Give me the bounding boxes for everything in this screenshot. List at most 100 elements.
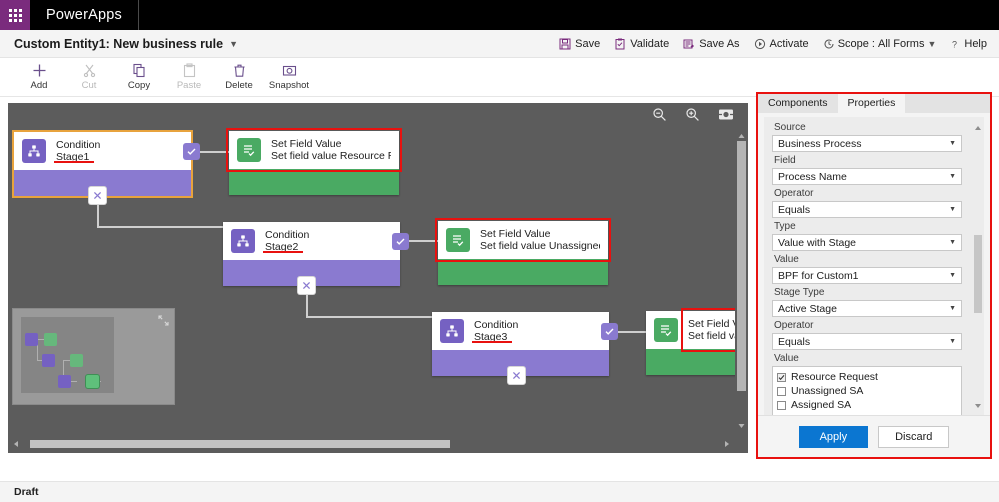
save-as-label: Save As xyxy=(699,37,740,50)
zoom-in-icon[interactable] xyxy=(685,107,700,127)
checkbox-checked-icon[interactable] xyxy=(777,372,786,382)
chevron-down-icon[interactable]: ▼ xyxy=(229,39,238,49)
paste-icon xyxy=(182,62,197,79)
value-option-assigned-sa[interactable]: Assigned SA xyxy=(777,398,957,412)
value-option-unassigned-sa[interactable]: Unassigned SA xyxy=(777,384,957,398)
add-label: Add xyxy=(30,80,48,91)
scroll-left-arrow-icon[interactable] xyxy=(8,440,24,448)
app-launcher-waffle-icon[interactable] xyxy=(0,0,30,30)
set-field-value-icon xyxy=(237,138,261,162)
business-rule-canvas[interactable]: Condition Stage1 Set Field Value Set fie… xyxy=(8,103,748,453)
fit-to-screen-icon[interactable] xyxy=(718,108,734,126)
activate-button[interactable]: Activate xyxy=(754,38,809,50)
horizontal-scroll-thumb[interactable] xyxy=(30,440,450,448)
node-text: Condition Stage3 xyxy=(474,319,518,344)
type-select[interactable]: Value with Stage ▼ xyxy=(772,234,962,251)
false-branch-badge-1[interactable] xyxy=(89,187,106,204)
panel-scroll-thumb[interactable] xyxy=(974,235,982,313)
expand-minimap-icon[interactable] xyxy=(158,313,169,331)
help-label: Help xyxy=(964,37,987,50)
validate-button[interactable]: Validate xyxy=(614,38,669,50)
discard-button[interactable]: Discard xyxy=(878,425,950,448)
value-checkbox-list[interactable]: Resource Request Unassigned SA Assigned … xyxy=(772,366,962,415)
true-branch-badge-3[interactable] xyxy=(601,323,618,340)
node-setfield-unassigned-sa[interactable]: Set Field Value Set field value Unassign… xyxy=(438,221,608,285)
annotation-underline-stage1 xyxy=(54,161,94,163)
scope-selector[interactable]: Scope : All Forms ▼ xyxy=(823,37,936,50)
node-title: Set Field Value xyxy=(271,137,342,150)
save-button[interactable]: Save xyxy=(559,38,600,50)
paste-button[interactable]: Paste xyxy=(164,58,214,91)
panel-scroll-up-arrow-icon[interactable] xyxy=(974,118,982,136)
delete-label: Delete xyxy=(225,80,253,91)
cut-button[interactable]: Cut xyxy=(64,58,114,91)
scroll-up-arrow-icon[interactable] xyxy=(735,131,748,141)
scroll-down-arrow-icon[interactable] xyxy=(735,421,748,431)
value-option-resource-request[interactable]: Resource Request xyxy=(777,370,957,384)
set-field-value-icon xyxy=(654,318,678,342)
copy-button[interactable]: Copy xyxy=(114,58,164,91)
condition-hierarchy-icon xyxy=(231,229,255,253)
delete-button[interactable]: Delete xyxy=(214,58,264,91)
canvas-horizontal-scrollbar[interactable] xyxy=(8,435,735,453)
page-title: Custom Entity1: New business rule xyxy=(14,36,224,51)
scope-value: All Forms xyxy=(878,37,925,50)
add-button[interactable]: Add xyxy=(14,58,64,91)
true-branch-badge-1[interactable] xyxy=(183,143,200,160)
cut-label: Cut xyxy=(81,80,97,91)
condition-hierarchy-icon xyxy=(22,139,46,163)
true-branch-badge-2[interactable] xyxy=(392,233,409,250)
minimap-node-condition-1 xyxy=(25,333,38,346)
panel-tab-strip: Components Properties xyxy=(758,94,990,113)
chevron-down-icon[interactable]: ▼ xyxy=(927,39,936,49)
vertical-scroll-thumb[interactable] xyxy=(737,141,746,391)
false-branch-badge-3[interactable] xyxy=(508,367,525,384)
panel-scroll-area: Source Business Process ▼ Field Process … xyxy=(764,117,970,415)
label-type: Type xyxy=(774,221,796,232)
snapshot-label: Snapshot xyxy=(268,80,310,91)
scroll-right-arrow-icon[interactable] xyxy=(719,440,735,448)
checkbox-unchecked-icon[interactable] xyxy=(777,400,786,410)
help-button[interactable]: ? Help xyxy=(950,38,987,50)
node-setfield-assigned-sa[interactable]: Set Field Value Set field value A xyxy=(646,311,748,375)
save-as-button[interactable]: Save As xyxy=(683,37,740,50)
apply-button[interactable]: Apply xyxy=(798,425,869,448)
page-title-group: Custom Entity1: New business rule ▼ xyxy=(0,37,238,51)
node-setfield-resource-request[interactable]: Set Field Value Set field value Resource… xyxy=(229,131,399,195)
operator-value-1: Equals xyxy=(778,203,811,216)
annotation-underline-stage2 xyxy=(263,251,303,253)
node-title: Condition xyxy=(56,138,101,151)
canvas-vertical-scrollbar[interactable] xyxy=(735,131,748,431)
trash-icon xyxy=(232,62,247,79)
stage-type-select[interactable]: Active Stage ▼ xyxy=(772,300,962,317)
activate-play-icon xyxy=(754,38,766,50)
operator-select-2[interactable]: Equals ▼ xyxy=(772,333,962,350)
panel-scroll-down-arrow-icon[interactable] xyxy=(974,396,982,414)
value-select-1[interactable]: BPF for Custom1 ▼ xyxy=(772,267,962,284)
snapshot-button[interactable]: Snapshot xyxy=(264,58,314,91)
scope-label: Scope : xyxy=(837,37,875,50)
node-header: Set Field Value Set field value Resource… xyxy=(229,131,399,169)
checkbox-unchecked-icon[interactable] xyxy=(777,386,786,396)
node-text: Condition Stage1 xyxy=(56,139,100,164)
tab-components[interactable]: Components xyxy=(758,94,838,113)
node-title: Set Field Value xyxy=(688,317,740,330)
chevron-down-icon: ▼ xyxy=(949,140,956,147)
tab-properties[interactable]: Properties xyxy=(837,94,906,113)
validate-label: Validate xyxy=(630,37,670,50)
operator-select-1[interactable]: Equals ▼ xyxy=(772,201,962,218)
source-select[interactable]: Business Process ▼ xyxy=(772,135,962,152)
panel-vertical-scrollbar[interactable] xyxy=(971,117,984,415)
scissors-icon xyxy=(82,62,97,79)
properties-panel: Components Properties Source Business Pr… xyxy=(756,92,992,459)
brand-label[interactable]: PowerApps xyxy=(30,0,139,30)
false-branch-badge-2[interactable] xyxy=(298,277,315,294)
zoom-out-icon[interactable] xyxy=(652,107,667,127)
node-title: Condition xyxy=(474,318,519,331)
minimap-node-setfield-3 xyxy=(86,375,99,388)
field-select[interactable]: Process Name ▼ xyxy=(772,168,962,185)
panel-body: Source Business Process ▼ Field Process … xyxy=(764,117,984,415)
save-disk-icon xyxy=(559,38,571,50)
status-bar: Draft xyxy=(0,481,999,502)
canvas-minimap[interactable] xyxy=(12,308,175,405)
